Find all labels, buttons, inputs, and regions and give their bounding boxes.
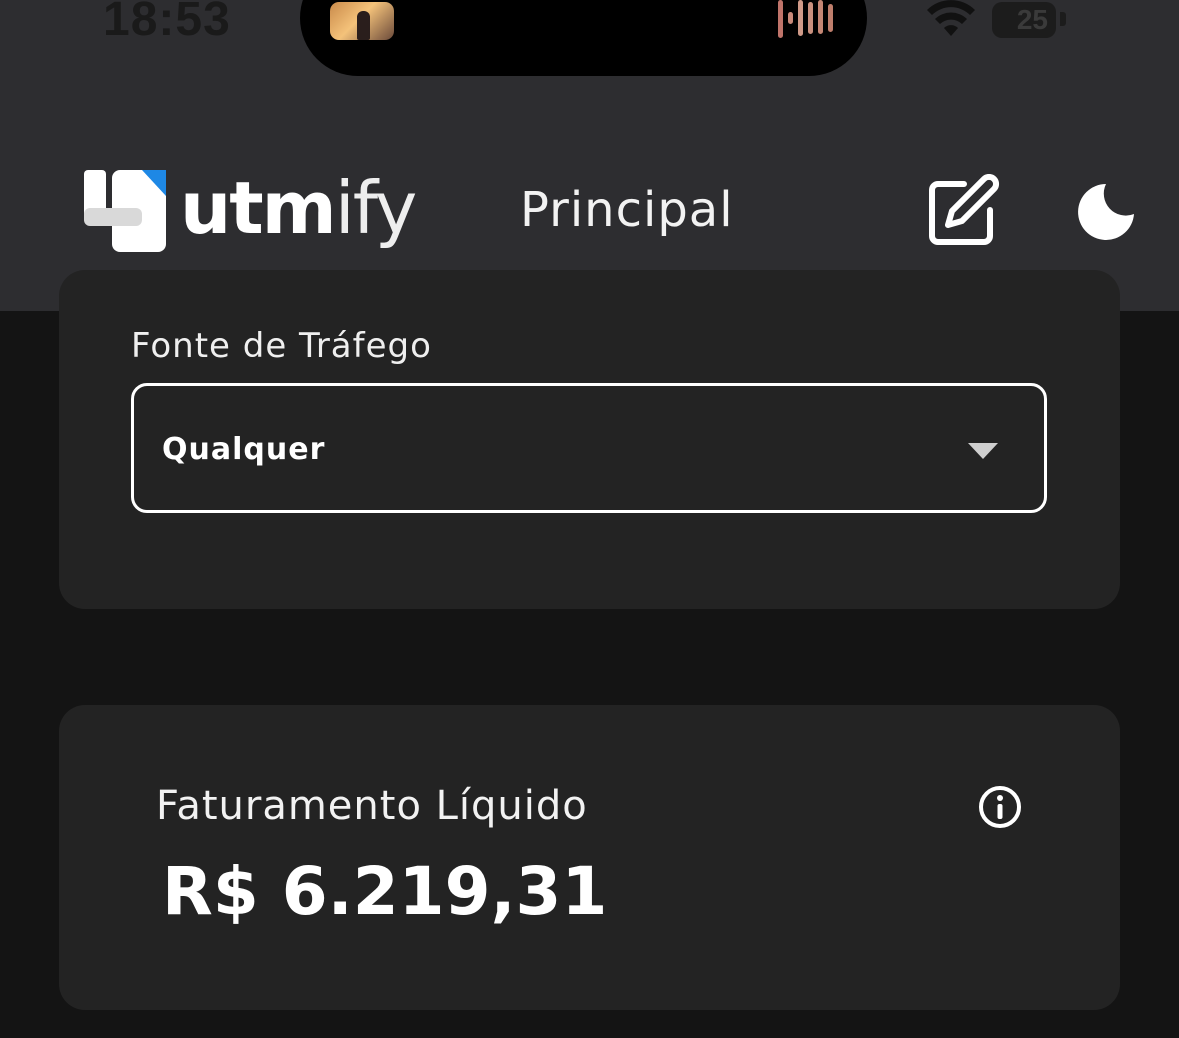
utmify-logo-text: utmify — [180, 166, 417, 250]
wifi-icon — [927, 0, 975, 36]
status-time: 18:53 — [103, 0, 231, 46]
battery-indicator: 25 — [992, 2, 1056, 38]
audio-waveform-icon — [778, 0, 833, 38]
info-icon[interactable] — [978, 785, 1022, 829]
edit-icon[interactable] — [926, 174, 1000, 248]
utmify-logo-icon — [84, 170, 166, 252]
net-revenue-card: Faturamento Líquido R$ 6.219,31 — [59, 705, 1120, 1010]
page-title: Principal — [520, 182, 734, 238]
now-playing-artwork[interactable] — [330, 2, 394, 40]
traffic-source-filter-card: Fonte de Tráfego Qualquer — [59, 270, 1120, 609]
battery-cap — [1060, 12, 1066, 26]
dropdown-arrow-icon — [968, 443, 998, 459]
dynamic-island[interactable] — [300, 0, 867, 76]
top-app-bar: 18:53 25 utmify Principal — [0, 0, 1179, 311]
traffic-source-label: Fonte de Tráfego — [131, 326, 432, 366]
moon-icon[interactable] — [1076, 180, 1138, 242]
net-revenue-value: R$ 6.219,31 — [162, 853, 608, 930]
net-revenue-label: Faturamento Líquido — [156, 783, 588, 829]
traffic-source-selected-value: Qualquer — [162, 432, 326, 467]
traffic-source-select[interactable]: Qualquer — [131, 383, 1047, 513]
